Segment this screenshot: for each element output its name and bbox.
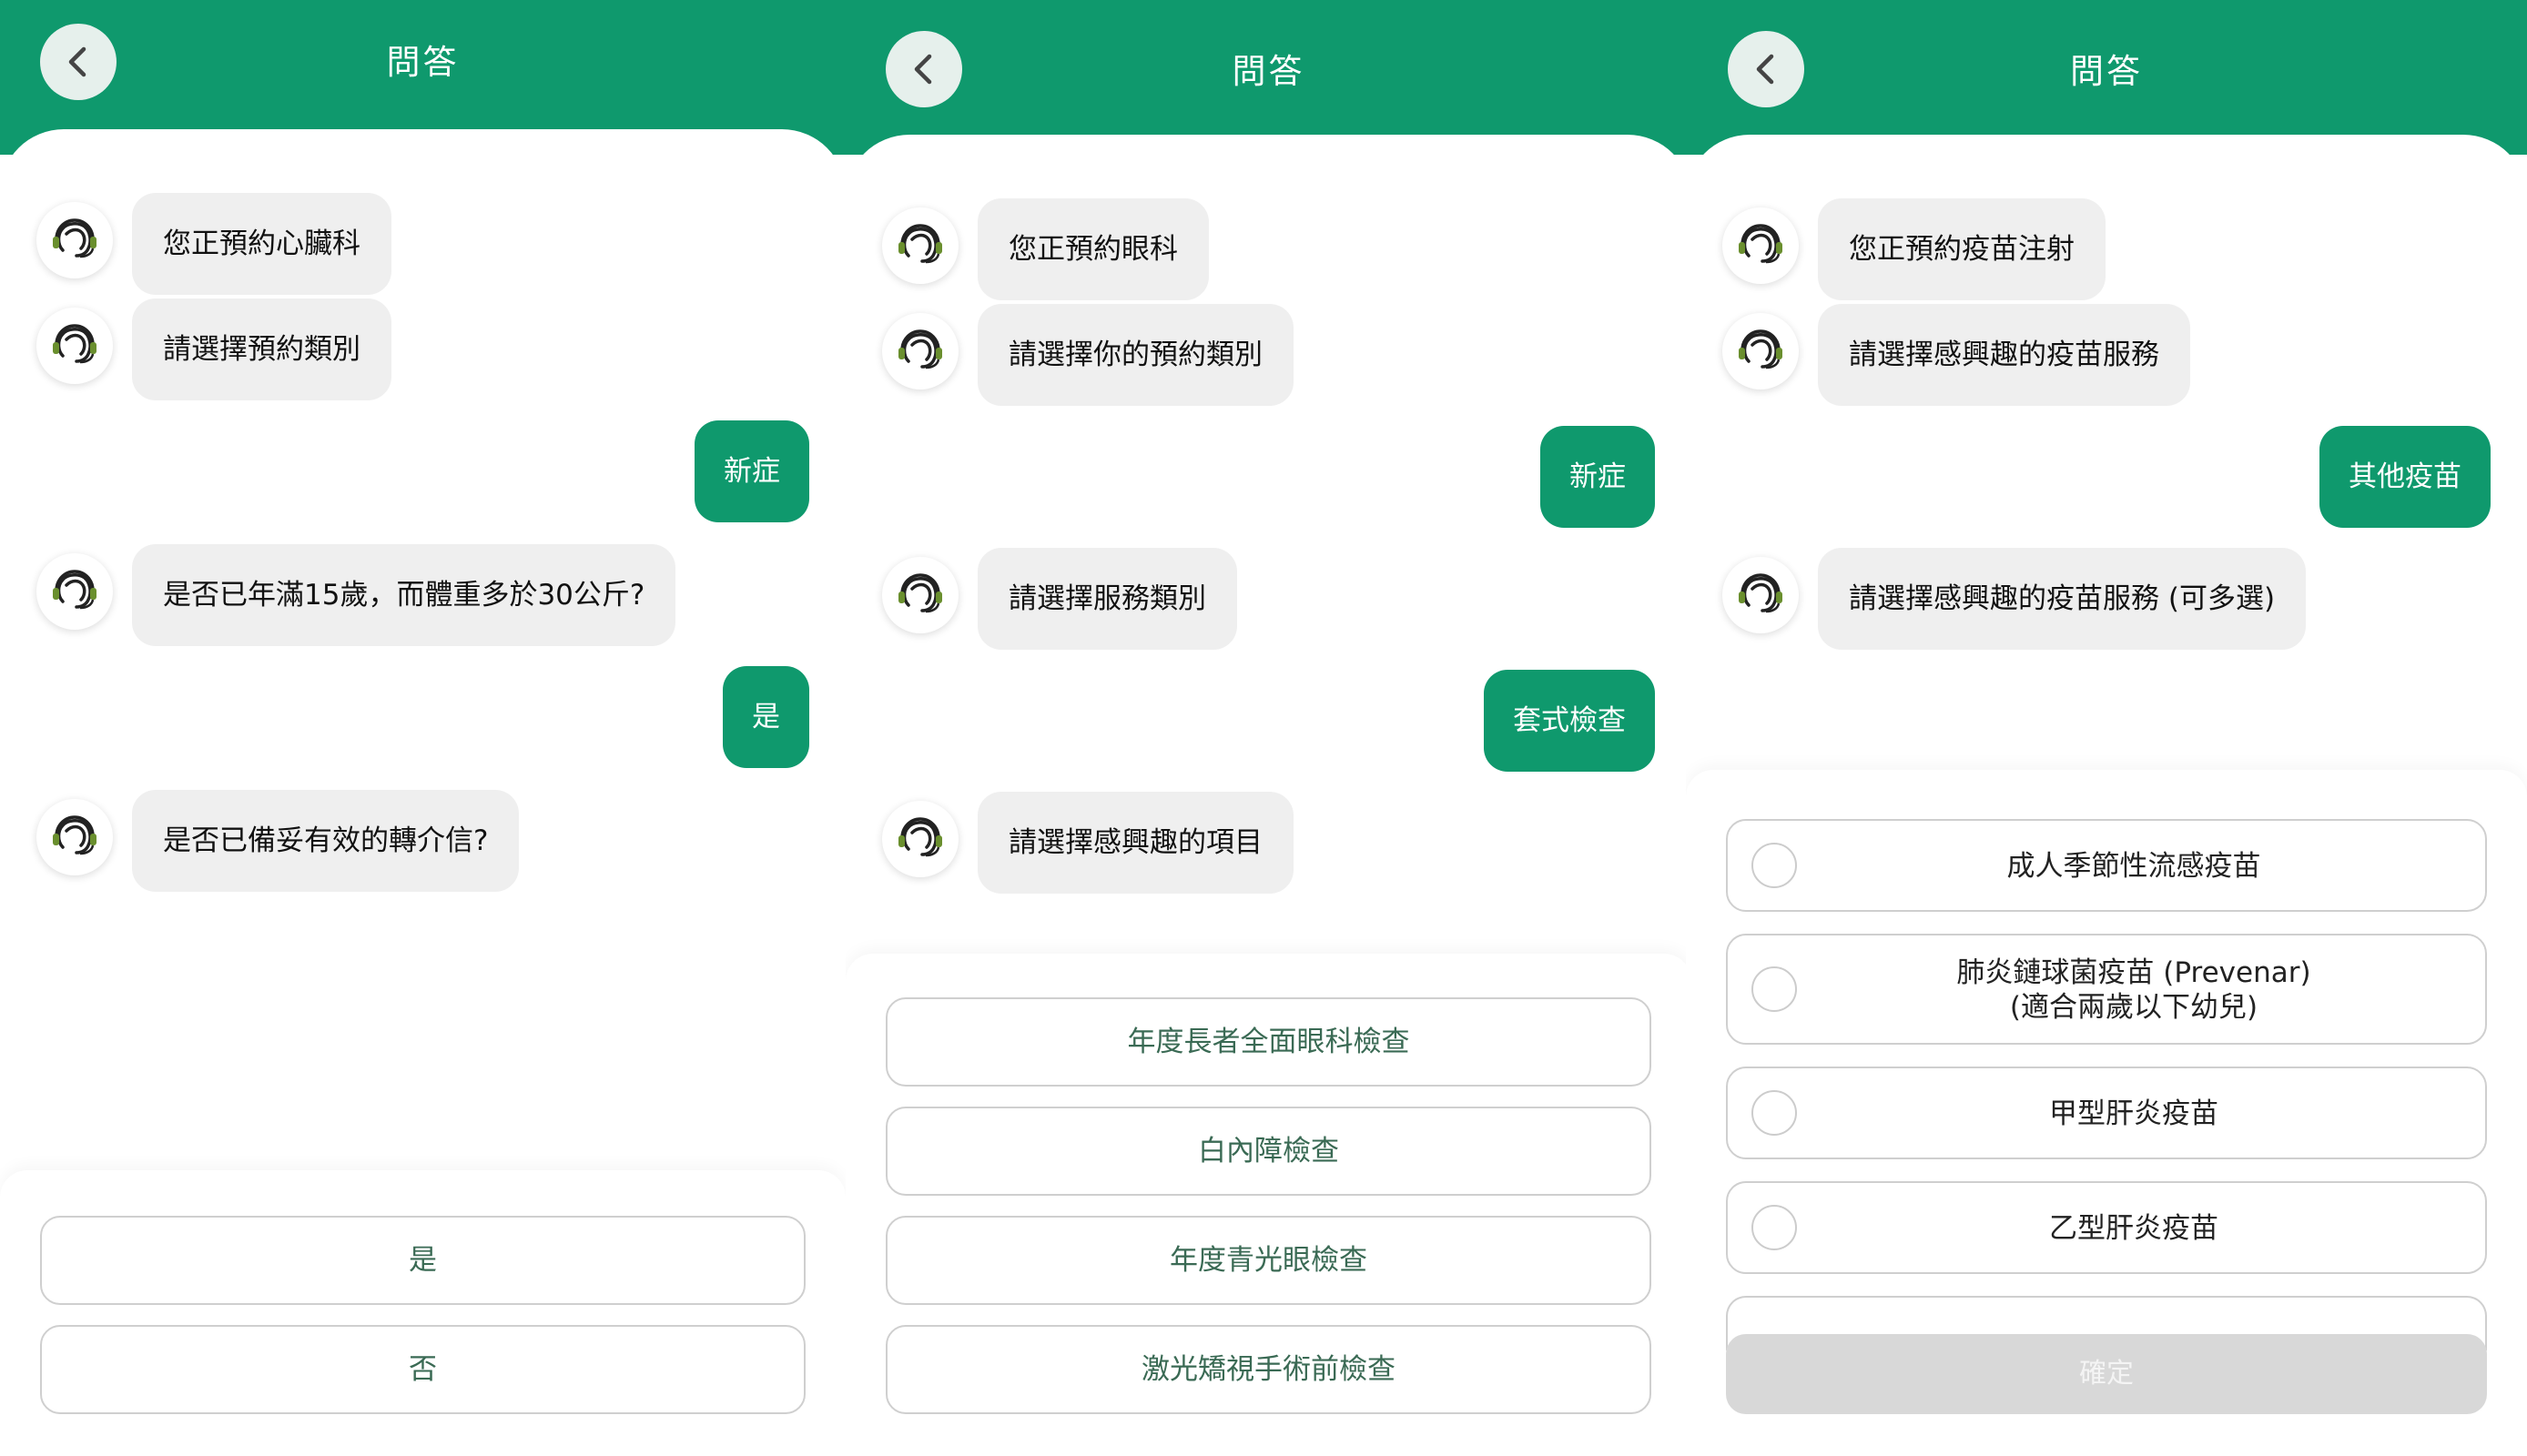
headset-agent-icon: [1739, 224, 1782, 264]
option-button[interactable]: 白內障檢查: [886, 1107, 1651, 1196]
agent-avatar: [1722, 557, 1799, 633]
bot-message: 您正預約心臟科: [132, 193, 391, 295]
radio-circle-icon: [1751, 1205, 1797, 1250]
radio-circle-icon: [1751, 966, 1797, 1012]
option-button[interactable]: 年度青光眼檢查: [886, 1216, 1651, 1305]
bot-message: 您正預約眼科: [978, 198, 1209, 300]
option-button[interactable]: 年度長者全面眼科檢查: [886, 997, 1651, 1087]
agent-avatar: [1722, 313, 1799, 389]
agent-avatar: [36, 308, 113, 384]
headset-agent-icon: [53, 324, 96, 364]
answer-options: 是 否: [0, 1170, 846, 1456]
agent-avatar: [36, 202, 113, 278]
bot-message: 請選擇預約類別: [132, 298, 391, 400]
user-reply: 是: [723, 666, 809, 768]
agent-avatar: [882, 313, 959, 389]
headset-agent-icon: [53, 218, 96, 258]
bot-message: 請選擇感興趣的疫苗服務 (可多選): [1818, 548, 2307, 650]
page-title: 問答: [1232, 52, 1305, 91]
option-sublabel: (適合兩歲以下幼兒): [2009, 991, 2258, 1024]
agent-avatar: [882, 801, 959, 877]
headset-agent-icon: [898, 329, 942, 369]
bot-message: 您正預約疫苗注射: [1818, 198, 2106, 300]
headset-agent-icon: [898, 224, 942, 264]
user-reply: 新症: [1540, 426, 1655, 528]
option-label: 成人季節性流感疫苗: [2006, 850, 2261, 883]
vaccine-option-checkbox[interactable]: 乙型肝炎疫苗: [1726, 1181, 2487, 1274]
headset-agent-icon: [53, 815, 96, 855]
user-reply: 套式檢查: [1484, 670, 1655, 772]
option-button[interactable]: 激光矯視手術前檢查: [886, 1325, 1651, 1414]
top-bar: 問答: [846, 0, 1691, 155]
headset-agent-icon: [898, 817, 942, 857]
user-reply: 新症: [695, 420, 809, 522]
bot-message: 是否已年滿15歲，而體重多於30公斤?: [132, 544, 676, 646]
vaccine-options: 成人季節性流感疫苗 肺炎鏈球菌疫苗 (Prevenar) (適合兩歲以下幼兒) …: [1686, 770, 2527, 1456]
vaccine-option-checkbox[interactable]: 成人季節性流感疫苗: [1726, 819, 2487, 912]
headset-agent-icon: [1739, 573, 1782, 613]
bot-message: 請選擇感興趣的疫苗服務: [1818, 304, 2190, 406]
agent-avatar: [36, 799, 113, 875]
answer-options: 年度長者全面眼科檢查 白內障檢查 年度青光眼檢查 激光矯視手術前檢查: [846, 954, 1691, 1456]
top-bar: 問答: [1686, 0, 2527, 155]
option-no-button[interactable]: 否: [40, 1325, 806, 1414]
headset-agent-icon: [1739, 329, 1782, 369]
agent-avatar: [882, 557, 959, 633]
headset-agent-icon: [53, 570, 96, 610]
bot-message: 請選擇你的預約類別: [978, 304, 1294, 406]
headset-agent-icon: [898, 573, 942, 613]
radio-circle-icon: [1751, 1090, 1797, 1136]
option-label: 乙型肝炎疫苗: [2049, 1212, 2218, 1245]
chat-panel-ophthalmology: 問答 您正預約眼科 請選擇你的預約類別 新症 請選擇服務類別 套式檢查 請選擇感…: [846, 0, 1691, 1456]
bot-message: 請選擇服務類別: [978, 548, 1237, 650]
vaccine-option-checkbox[interactable]: 肺炎鏈球菌疫苗 (Prevenar) (適合兩歲以下幼兒): [1726, 934, 2487, 1045]
option-yes-button[interactable]: 是: [40, 1216, 806, 1305]
bot-message: 是否已備妥有效的轉介信?: [132, 790, 520, 892]
radio-circle-icon: [1751, 843, 1797, 888]
chat-panel-vaccination: 問答 您正預約疫苗注射 請選擇感興趣的疫苗服務 其他疫苗 請選擇感興趣的疫苗服務…: [1686, 0, 2527, 1456]
page-title: 問答: [2070, 52, 2143, 91]
option-label: 肺炎鏈球菌疫苗 (Prevenar): [1956, 956, 2311, 989]
bot-message: 請選擇感興趣的項目: [978, 792, 1294, 894]
option-label: 甲型肝炎疫苗: [2049, 1097, 2218, 1130]
agent-avatar: [1722, 207, 1799, 284]
page-title: 問答: [386, 43, 460, 82]
vaccine-option-checkbox[interactable]: 甲型肝炎疫苗: [1726, 1067, 2487, 1159]
agent-avatar: [882, 207, 959, 284]
chat-panel-cardiology: 問答 您正預約心臟科 請選擇預約類別 新症 是否已年滿15歲，而體重多於30公斤…: [0, 0, 846, 1456]
confirm-button[interactable]: 確定: [1726, 1334, 2487, 1414]
agent-avatar: [36, 553, 113, 630]
user-reply: 其他疫苗: [2319, 426, 2491, 528]
